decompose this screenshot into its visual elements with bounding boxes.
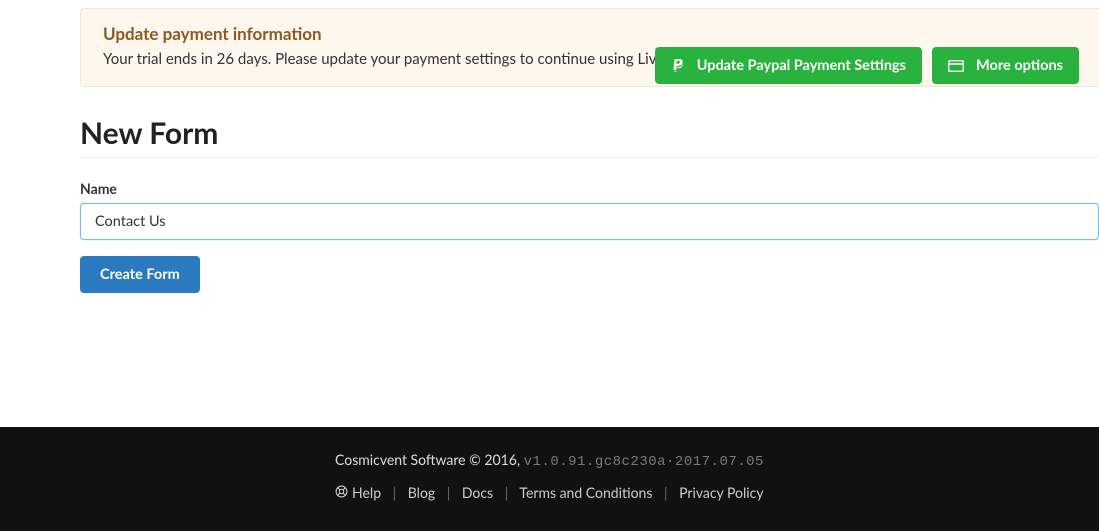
footer-help-link[interactable]: Help	[352, 484, 381, 501]
footer-blog-link[interactable]: Blog	[408, 484, 435, 501]
create-form-button[interactable]: Create Form	[80, 256, 200, 293]
footer: Cosmicvent Software © 2016, v1.0.91.gc8c…	[0, 427, 1099, 531]
payment-alert: Update payment information Your trial en…	[80, 8, 1099, 87]
footer-docs-link[interactable]: Docs	[462, 484, 493, 501]
more-options-label: More options	[976, 57, 1063, 74]
update-paypal-button[interactable]: Update Paypal Payment Settings	[655, 47, 922, 84]
footer-copyright-line: Cosmicvent Software © 2016, v1.0.91.gc8c…	[0, 451, 1099, 470]
name-input[interactable]	[80, 203, 1099, 240]
lifebuoy-icon	[335, 485, 348, 498]
alert-title: Update payment information	[103, 23, 1077, 44]
more-options-button[interactable]: More options	[932, 47, 1079, 84]
submit-row: Create Form	[80, 256, 1099, 293]
footer-privacy-link[interactable]: Privacy Policy	[679, 484, 763, 501]
separator: |	[393, 484, 397, 501]
paypal-icon	[671, 58, 685, 74]
footer-copyright: Cosmicvent Software © 2016,	[335, 451, 520, 468]
separator: |	[447, 484, 451, 501]
name-label: Name	[80, 180, 1099, 197]
footer-terms-link[interactable]: Terms and Conditions	[519, 484, 652, 501]
page-title: New Form	[80, 115, 1099, 158]
create-form-label: Create Form	[100, 266, 180, 283]
separator: |	[664, 484, 668, 501]
alert-buttons: Update Paypal Payment Settings More opti…	[655, 47, 1079, 84]
footer-links: Help | Blog | Docs | Terms and Condition…	[0, 484, 1099, 501]
separator: |	[505, 484, 509, 501]
update-paypal-label: Update Paypal Payment Settings	[697, 57, 906, 74]
form-group-name: Name	[80, 180, 1099, 240]
credit-card-icon	[948, 60, 964, 72]
footer-version: v1.0.91.gc8c230a·2017.07.05	[524, 454, 764, 470]
